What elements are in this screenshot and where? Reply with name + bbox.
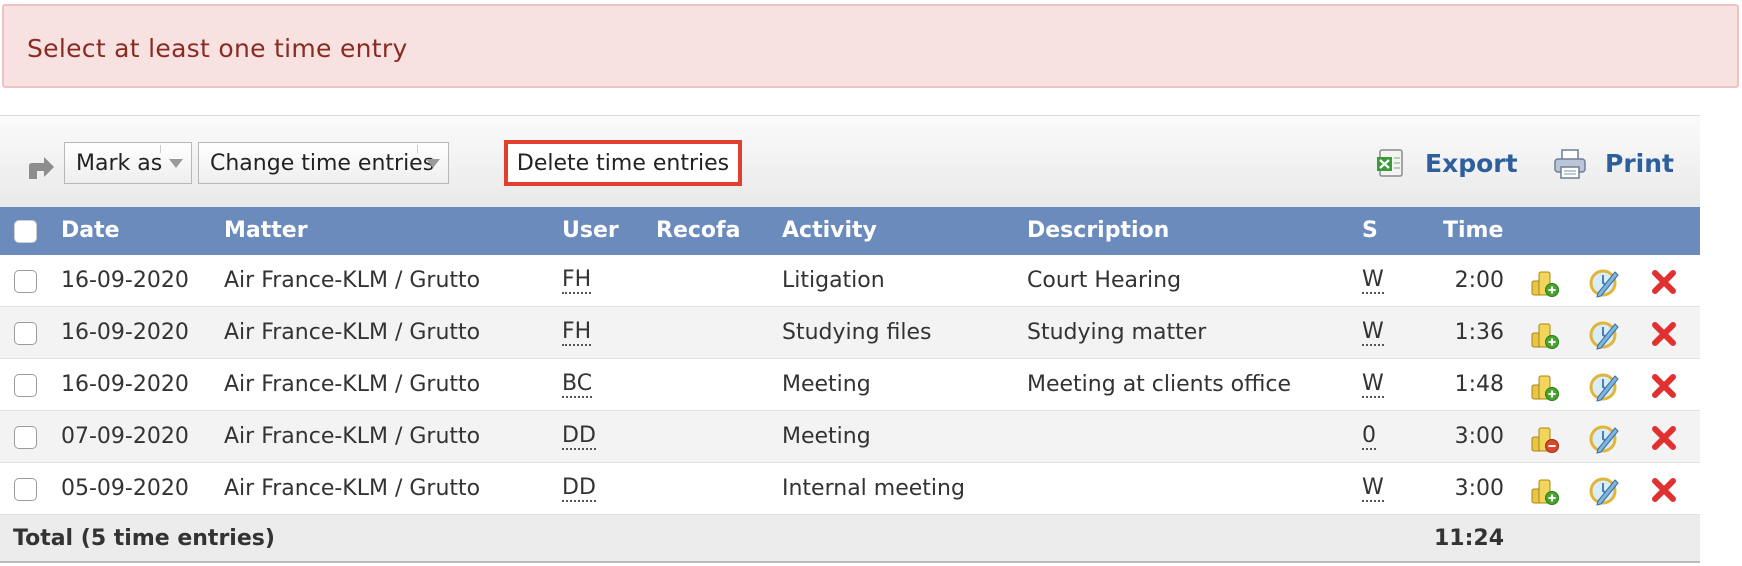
delete-icon[interactable] bbox=[1648, 370, 1680, 402]
row-status: W bbox=[1362, 267, 1384, 294]
row-user: DD bbox=[562, 475, 596, 502]
row-checkbox[interactable] bbox=[14, 322, 37, 345]
delete-time-entries-button[interactable]: Delete time entries bbox=[504, 140, 742, 186]
header-description[interactable]: Description bbox=[1027, 218, 1169, 243]
row-time: 1:48 bbox=[1454, 372, 1504, 397]
row-activity: Internal meeting bbox=[782, 476, 965, 501]
row-activity: Litigation bbox=[782, 268, 885, 293]
row-user: BC bbox=[562, 371, 593, 398]
delete-icon[interactable] bbox=[1648, 422, 1680, 454]
row-matter: Air France-KLM / Grutto bbox=[224, 424, 481, 449]
header-time[interactable]: Time bbox=[1443, 218, 1503, 243]
table-header: Date Matter User Recofa Activity Descrip… bbox=[0, 207, 1700, 255]
row-activity: Meeting bbox=[782, 424, 871, 449]
chevron-down-icon bbox=[169, 159, 183, 168]
header-user[interactable]: User bbox=[562, 218, 619, 243]
row-date: 05-09-2020 bbox=[61, 476, 189, 501]
row-matter: Air France-KLM / Grutto bbox=[224, 372, 481, 397]
row-description: Court Hearing bbox=[1027, 268, 1182, 293]
delete-time-entries-label: Delete time entries bbox=[516, 150, 730, 176]
row-description: Studying matter bbox=[1027, 320, 1207, 345]
export-link[interactable]: Export bbox=[1425, 149, 1518, 178]
row-status: W bbox=[1362, 371, 1384, 398]
row-matter: Air France-KLM / Grutto bbox=[224, 268, 481, 293]
row-checkbox[interactable] bbox=[14, 478, 37, 501]
row-status: W bbox=[1362, 475, 1384, 502]
total-label: Total (5 time entries) bbox=[13, 526, 275, 551]
header-matter[interactable]: Matter bbox=[224, 218, 308, 243]
row-user: DD bbox=[562, 423, 596, 450]
header-activity[interactable]: Activity bbox=[782, 218, 877, 243]
select-all-checkbox[interactable] bbox=[14, 220, 37, 243]
error-alert: Select at least one time entry bbox=[2, 4, 1739, 88]
coins-add-icon[interactable] bbox=[1528, 474, 1560, 506]
total-time: 11:24 bbox=[1433, 526, 1504, 551]
row-description: Meeting at clients office bbox=[1027, 372, 1292, 397]
toolbar: Mark as Change time entries Delete time … bbox=[0, 115, 1700, 207]
row-time: 3:00 bbox=[1454, 424, 1504, 449]
mark-as-label: Mark as bbox=[76, 150, 163, 176]
row-activity: Studying files bbox=[782, 320, 932, 345]
delete-icon[interactable] bbox=[1648, 318, 1680, 350]
table-row: 07-09-2020 Air France-KLM / Grutto DD Me… bbox=[0, 411, 1700, 463]
edit-clock-icon[interactable] bbox=[1588, 266, 1620, 298]
row-status: 0 bbox=[1362, 423, 1376, 450]
excel-export-icon[interactable] bbox=[1375, 148, 1405, 178]
row-user: FH bbox=[562, 267, 592, 294]
row-checkbox[interactable] bbox=[14, 270, 37, 293]
row-matter: Air France-KLM / Grutto bbox=[224, 320, 481, 345]
coins-add-icon[interactable] bbox=[1528, 370, 1560, 402]
edit-clock-icon[interactable] bbox=[1588, 318, 1620, 350]
edit-clock-icon[interactable] bbox=[1588, 370, 1620, 402]
table-total-row: Total (5 time entries) 11:24 bbox=[0, 515, 1700, 563]
mark-as-dropdown[interactable]: Mark as bbox=[64, 142, 192, 184]
header-status[interactable]: S bbox=[1362, 218, 1378, 243]
table-row: 05-09-2020 Air France-KLM / Grutto DD In… bbox=[0, 463, 1700, 515]
row-date: 16-09-2020 bbox=[61, 372, 189, 397]
table-row: 16-09-2020 Air France-KLM / Grutto BC Me… bbox=[0, 359, 1700, 411]
coins-add-icon[interactable] bbox=[1528, 318, 1560, 350]
alert-message: Select at least one time entry bbox=[27, 34, 408, 63]
row-status: W bbox=[1362, 319, 1384, 346]
change-time-entries-dropdown[interactable]: Change time entries bbox=[198, 142, 449, 184]
coins-remove-icon[interactable] bbox=[1528, 422, 1560, 454]
chevron-down-icon bbox=[426, 159, 440, 168]
bulk-action-arrow-icon bbox=[29, 157, 54, 179]
print-link[interactable]: Print bbox=[1605, 149, 1674, 178]
header-recofa[interactable]: Recofa bbox=[656, 218, 740, 243]
row-time: 2:00 bbox=[1454, 268, 1504, 293]
table-row: 16-09-2020 Air France-KLM / Grutto FH St… bbox=[0, 307, 1700, 359]
delete-icon[interactable] bbox=[1648, 474, 1680, 506]
row-date: 16-09-2020 bbox=[61, 268, 189, 293]
row-date: 16-09-2020 bbox=[61, 320, 189, 345]
row-checkbox[interactable] bbox=[14, 374, 37, 397]
row-matter: Air France-KLM / Grutto bbox=[224, 476, 481, 501]
edit-clock-icon[interactable] bbox=[1588, 474, 1620, 506]
row-user: FH bbox=[562, 319, 592, 346]
row-date: 07-09-2020 bbox=[61, 424, 189, 449]
change-time-entries-label: Change time entries bbox=[210, 150, 435, 176]
row-time: 1:36 bbox=[1454, 320, 1504, 345]
table-row: 16-09-2020 Air France-KLM / Grutto FH Li… bbox=[0, 255, 1700, 307]
row-time: 3:00 bbox=[1454, 476, 1504, 501]
coins-add-icon[interactable] bbox=[1528, 266, 1560, 298]
row-checkbox[interactable] bbox=[14, 426, 37, 449]
edit-clock-icon[interactable] bbox=[1588, 422, 1620, 454]
header-date[interactable]: Date bbox=[61, 218, 120, 243]
delete-icon[interactable] bbox=[1648, 266, 1680, 298]
row-activity: Meeting bbox=[782, 372, 871, 397]
printer-icon[interactable] bbox=[1553, 148, 1587, 180]
